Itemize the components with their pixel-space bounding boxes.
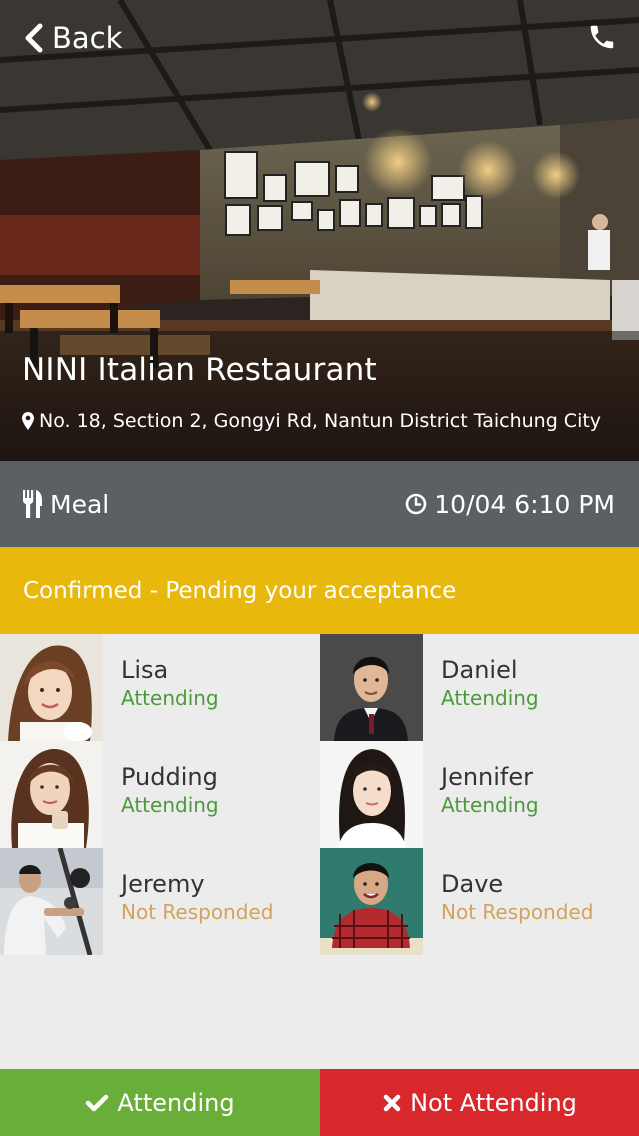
avatar (320, 634, 423, 741)
guest-name: Jennifer (441, 763, 534, 791)
call-button[interactable] (587, 22, 617, 52)
phone-icon (590, 25, 614, 49)
guest-status: Attending (441, 793, 539, 817)
guest-name: Pudding (121, 763, 218, 791)
guest-name: Jeremy (121, 870, 205, 898)
restaurant-name: NINI Italian Restaurant (22, 352, 377, 388)
event-datetime: 10/04 6:10 PM (405, 461, 615, 547)
avatar (0, 741, 103, 848)
guest-item[interactable]: Jennifer Attending (320, 741, 639, 848)
restaurant-address[interactable]: No. 18, Section 2, Gongyi Rd, Nantun Dis… (22, 410, 601, 432)
back-button[interactable]: Back (24, 18, 122, 58)
check-icon (86, 1094, 109, 1111)
attending-button[interactable]: Attending (0, 1069, 320, 1136)
event-info-bar: Meal 10/04 6:10 PM (0, 461, 639, 547)
avatar (0, 634, 103, 741)
invitation-status-banner: Confirmed - Pending your acceptance (0, 547, 639, 634)
guest-status: Not Responded (441, 900, 594, 924)
invitation-status-text: Confirmed - Pending your acceptance (23, 577, 457, 604)
not-attending-button-label: Not Attending (410, 1088, 577, 1117)
restaurant-hero-photo: Back NINI Italian Restaurant No. 18, Sec… (0, 0, 639, 461)
not-attending-button[interactable]: Not Attending (320, 1069, 639, 1136)
cutlery-icon (23, 490, 42, 518)
clock-icon (405, 493, 427, 515)
map-pin-icon (22, 412, 34, 430)
x-icon (383, 1094, 401, 1111)
title-overlay (0, 331, 639, 461)
chevron-left-icon (25, 23, 43, 53)
guest-status: Not Responded (121, 900, 274, 924)
address-text: No. 18, Section 2, Gongyi Rd, Nantun Dis… (39, 410, 602, 432)
avatar (0, 848, 103, 955)
guest-item[interactable]: Daniel Attending (320, 634, 639, 741)
guest-status: Attending (121, 686, 219, 710)
event-type-label: Meal (50, 489, 110, 519)
top-navigation-bar: Back (0, 0, 639, 80)
attending-button-label: Attending (117, 1088, 235, 1117)
back-label: Back (52, 21, 123, 55)
guest-name: Dave (441, 870, 504, 898)
guest-status: Attending (121, 793, 219, 817)
avatar (320, 741, 423, 848)
guest-item[interactable]: Dave Not Responded (320, 848, 639, 955)
guest-item[interactable]: Jeremy Not Responded (0, 848, 320, 955)
guest-item[interactable]: Pudding Attending (0, 741, 320, 848)
guest-item[interactable]: Lisa Attending (0, 634, 320, 741)
guest-name: Lisa (121, 656, 169, 684)
event-datetime-label: 10/04 6:10 PM (434, 489, 615, 519)
avatar (320, 848, 423, 955)
guest-name: Daniel (441, 656, 518, 684)
guest-status: Attending (441, 686, 539, 710)
event-type: Meal (22, 461, 109, 547)
